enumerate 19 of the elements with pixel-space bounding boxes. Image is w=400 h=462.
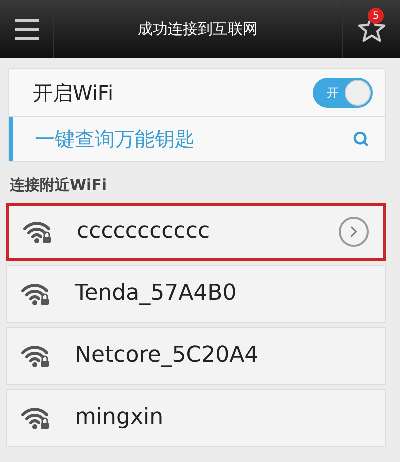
network-item[interactable]: mingxin [6, 388, 386, 446]
header-title: 成功连接到互联网 [137, 18, 259, 40]
favorites-button[interactable]: 5 [342, 0, 400, 58]
network-item[interactable]: Netcore_5C20A4 [6, 326, 386, 384]
wifi-lock-icon [21, 406, 51, 430]
network-name: Tenda_57A4B0 [75, 280, 238, 308]
search-icon [353, 131, 369, 147]
network-item[interactable]: Tenda_57A4B0 [6, 264, 386, 322]
wifi-lock-icon [23, 220, 53, 244]
network-item[interactable]: ccccccccccc [6, 202, 386, 260]
wifi-lock-icon [21, 344, 51, 368]
section-title: 连接附近WiFi [9, 175, 108, 196]
details-icon [339, 216, 369, 246]
wifi-label: 开启WiFi [33, 80, 114, 106]
wifi-lock-icon [21, 282, 51, 306]
network-name: ccccccccccc [77, 218, 212, 246]
network-name: mingxin [75, 404, 165, 432]
network-name: Netcore_5C20A4 [75, 342, 260, 370]
notification-badge: 5 [368, 8, 384, 24]
